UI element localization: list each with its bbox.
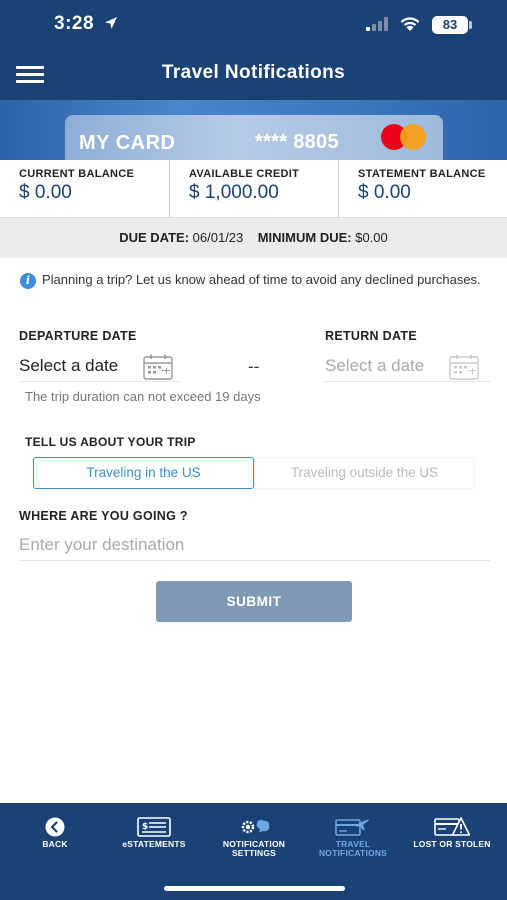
trip-duration-helper: The trip duration can not exceed 19 days <box>25 389 261 404</box>
home-indicator <box>164 886 345 891</box>
card-banner: MY CARD **** 8805 <box>0 100 507 160</box>
page-title: Travel Notifications <box>161 62 346 83</box>
departure-date-label: DEPARTURE DATE <box>19 329 137 343</box>
current-balance-label: CURRENT BALANCE <box>19 168 135 180</box>
credit-card-image: MY CARD **** 8805 <box>65 115 443 160</box>
option-traveling-us[interactable]: Traveling in the US <box>33 457 254 489</box>
info-icon: i <box>20 273 36 289</box>
balances-row: CURRENT BALANCE $ 0.00 AVAILABLE CREDIT … <box>0 160 507 218</box>
info-message: Planning a trip? Let us know ahead of ti… <box>42 272 481 287</box>
status-time: 3:28 <box>54 13 95 34</box>
due-date-label: DUE DATE: <box>119 230 190 245</box>
tab-notification-settings[interactable]: NOTIFICATION SETTINGS <box>204 803 304 883</box>
tab-estatements[interactable]: $ eSTATEMENTS <box>104 803 204 883</box>
option-traveling-outside-us[interactable]: Traveling outside the US <box>254 457 475 489</box>
statement-balance: STATEMENT BALANCE $ 0.00 <box>338 160 507 218</box>
statement-balance-label: STATEMENT BALANCE <box>358 168 486 180</box>
due-info-bar: DUE DATE: 06/01/23 MINIMUM DUE: $0.00 <box>0 218 507 258</box>
available-credit: AVAILABLE CREDIT $ 1,000.00 <box>169 160 338 218</box>
available-credit-label: AVAILABLE CREDIT <box>189 168 300 180</box>
date-separator: -- <box>248 357 260 376</box>
available-credit-value: $ 1,000.00 <box>189 182 279 203</box>
status-bar: 3:28 83 <box>0 0 507 50</box>
back-icon <box>45 817 65 837</box>
calendar-icon[interactable] <box>449 354 479 380</box>
lost-stolen-icon <box>434 817 470 836</box>
tab-lost-or-stolen-label: LOST OR STOLEN <box>413 839 491 849</box>
minimum-due-value: $0.00 <box>355 230 388 245</box>
tab-estatements-label: eSTATEMENTS <box>122 839 186 849</box>
current-balance: CURRENT BALANCE $ 0.00 <box>0 160 169 218</box>
bottom-tab-bar: BACK $ eSTATEMENTS NOTIFICATION SETTINGS… <box>0 803 507 900</box>
return-date-placeholder: Select a date <box>325 356 425 375</box>
location-arrow-icon <box>105 17 117 29</box>
tab-back[interactable]: BACK <box>5 803 105 883</box>
destination-input[interactable] <box>19 529 490 561</box>
wifi-icon <box>400 17 420 31</box>
statement-balance-value: $ 0.00 <box>358 182 411 203</box>
travel-icon <box>335 819 369 836</box>
minimum-due-label: MINIMUM DUE: <box>257 230 352 245</box>
cellular-signal-icon <box>366 17 388 31</box>
tab-lost-or-stolen[interactable]: LOST OR STOLEN <box>402 803 502 883</box>
card-number: **** 8805 <box>255 131 339 153</box>
trip-type-label: TELL US ABOUT YOUR TRIP <box>25 435 196 449</box>
destination-label: WHERE ARE YOU GOING ? <box>19 509 188 523</box>
svg-text:$: $ <box>142 822 148 832</box>
return-date-label: RETURN DATE <box>325 329 417 343</box>
due-date-value: 06/01/23 <box>192 230 244 245</box>
trip-type-toggle: Traveling in the US Traveling outside th… <box>33 457 475 489</box>
tab-travel-notifications[interactable]: TRAVEL NOTIFICATIONS <box>303 803 403 883</box>
departure-date-field[interactable]: Select a date <box>19 352 179 382</box>
battery-indicator: 83 <box>432 16 468 34</box>
departure-date-placeholder: Select a date <box>19 356 119 375</box>
return-date-field[interactable]: Select a date <box>325 352 490 382</box>
card-name: MY CARD <box>79 132 176 154</box>
tab-notification-settings-label: NOTIFICATION SETTINGS <box>222 839 286 858</box>
tab-back-label: BACK <box>42 839 68 849</box>
battery-tip <box>469 21 472 29</box>
app-header: 3:28 83 Travel Notifications <box>0 0 507 100</box>
calendar-icon[interactable] <box>143 354 173 380</box>
submit-button[interactable]: SUBMIT <box>156 581 352 622</box>
tab-travel-notifications-label: TRAVEL NOTIFICATIONS <box>318 839 388 858</box>
mastercard-logo-icon <box>381 124 429 150</box>
statement-icon: $ <box>137 817 171 837</box>
current-balance-value: $ 0.00 <box>19 182 72 203</box>
notification-settings-icon <box>241 819 270 834</box>
